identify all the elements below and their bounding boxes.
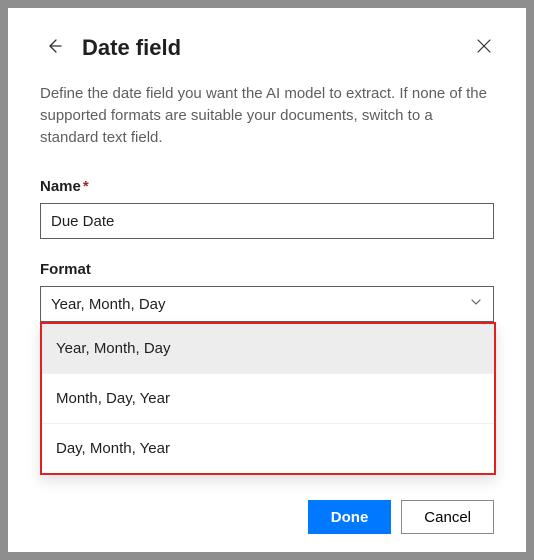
panel-description: Define the date field you want the AI mo… — [40, 83, 494, 148]
cancel-button[interactable]: Cancel — [401, 500, 494, 534]
date-field-panel: Date field Define the date field you wan… — [8, 8, 526, 552]
name-input[interactable] — [40, 203, 494, 239]
format-option-dmy[interactable]: Day, Month, Year — [42, 424, 494, 473]
format-dropdown: Year, Month, Day Month, Day, Year Day, M… — [40, 322, 496, 475]
panel-header: Date field — [40, 32, 494, 63]
format-select-wrap: Year, Month, Day Year, Month, Day Month,… — [40, 286, 494, 322]
panel-title: Date field — [82, 35, 181, 61]
name-label: Name* — [40, 178, 494, 195]
format-label: Format — [40, 261, 494, 278]
done-button[interactable]: Done — [308, 500, 392, 534]
name-label-text: Name — [40, 178, 81, 195]
footer-actions: Done Cancel — [308, 500, 494, 534]
format-selected-value: Year, Month, Day — [51, 296, 166, 313]
back-button[interactable] — [40, 32, 68, 63]
required-indicator: * — [83, 178, 89, 195]
format-select[interactable]: Year, Month, Day — [40, 286, 494, 322]
close-button[interactable] — [472, 34, 496, 61]
close-icon — [476, 42, 492, 57]
chevron-down-icon — [469, 295, 483, 313]
format-option-ymd[interactable]: Year, Month, Day — [42, 324, 494, 374]
format-option-mdy[interactable]: Month, Day, Year — [42, 374, 494, 424]
arrow-left-icon — [44, 44, 64, 59]
